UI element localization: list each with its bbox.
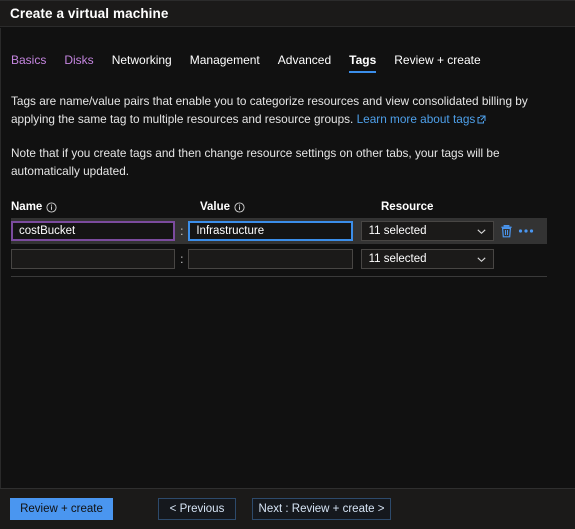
- tab-networking[interactable]: Networking: [112, 53, 172, 74]
- tag-value-input[interactable]: [188, 249, 353, 269]
- tab-review-create[interactable]: Review + create: [394, 53, 480, 74]
- row-actions: [494, 224, 543, 238]
- info-icon-name[interactable]: [46, 201, 57, 213]
- tag-name-cell: [11, 249, 176, 269]
- table-bottom-divider: [11, 276, 547, 277]
- page-title: Create a virtual machine: [10, 6, 169, 21]
- review-create-button[interactable]: Review + create: [10, 498, 113, 520]
- tab-advanced[interactable]: Advanced: [278, 53, 331, 74]
- delete-icon[interactable]: [500, 224, 513, 238]
- tag-value-cell: [188, 249, 353, 269]
- column-header-value: Value: [200, 201, 381, 213]
- window-title-bar: Create a virtual machine: [0, 0, 575, 27]
- main-panel: Basics Disks Networking Management Advan…: [0, 28, 575, 488]
- external-link-icon: [477, 111, 486, 129]
- tab-tags[interactable]: Tags: [349, 53, 377, 74]
- resource-dropdown[interactable]: 11 selected: [360, 249, 494, 269]
- tag-resource-cell: 11 selected: [360, 221, 494, 241]
- resource-dropdown[interactable]: 11 selected: [360, 221, 494, 241]
- tag-name-input[interactable]: [11, 221, 176, 241]
- tags-table-header: Name Value Resource: [11, 198, 575, 216]
- column-header-name: Name: [11, 201, 192, 213]
- column-header-name-label: Name: [11, 201, 43, 213]
- tab-management[interactable]: Management: [190, 53, 260, 74]
- tag-value-cell: [188, 221, 353, 241]
- learn-more-about-tags-link[interactable]: Learn more about tags: [357, 112, 476, 126]
- previous-button[interactable]: < Previous: [158, 498, 236, 520]
- chevron-down-icon: [476, 226, 487, 237]
- description-paragraph-2: Note that if you create tags and then ch…: [11, 146, 500, 178]
- row-separator-colon: :: [180, 224, 184, 238]
- more-options-icon[interactable]: [518, 228, 534, 234]
- next-review-create-button[interactable]: Next : Review + create >: [252, 498, 391, 520]
- wizard-footer: Review + create < Previous Next : Review…: [0, 488, 575, 529]
- table-row: : 11 selected: [11, 246, 547, 272]
- column-header-resource: Resource: [381, 201, 434, 213]
- tags-description: Tags are name/value pairs that enable yo…: [1, 92, 575, 180]
- column-header-value-label: Value: [200, 201, 231, 213]
- tags-table: Name Value Resource : 11 selected: [1, 198, 575, 272]
- tag-name-input[interactable]: [11, 249, 176, 269]
- tag-value-input[interactable]: [188, 221, 353, 241]
- tab-basics[interactable]: Basics: [11, 53, 46, 74]
- tab-disks[interactable]: Disks: [64, 53, 93, 74]
- wizard-tab-bar: Basics Disks Networking Management Advan…: [1, 44, 575, 74]
- row-separator-colon: :: [180, 252, 184, 266]
- description-paragraph-1: Tags are name/value pairs that enable yo…: [11, 92, 561, 129]
- info-icon-value[interactable]: [234, 201, 245, 213]
- table-row: : 11 selected: [11, 218, 547, 244]
- resource-dropdown-value: 11 selected: [368, 225, 427, 237]
- chevron-down-icon: [476, 254, 487, 265]
- tag-name-cell: [11, 221, 176, 241]
- resource-dropdown-value: 11 selected: [368, 253, 427, 265]
- tag-resource-cell: 11 selected: [360, 249, 494, 269]
